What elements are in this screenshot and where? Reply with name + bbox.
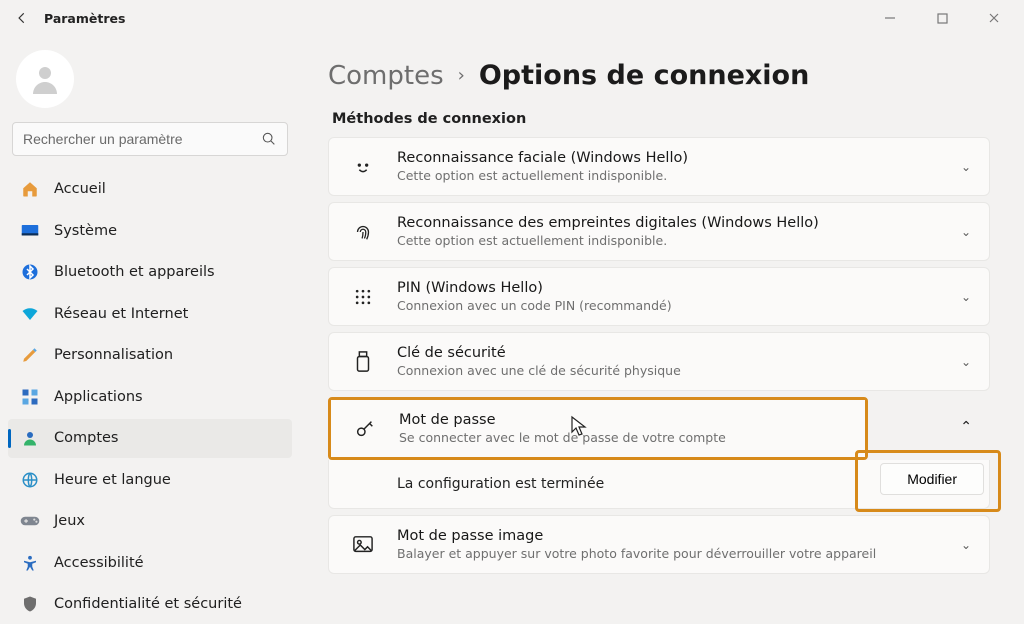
sidebar-item-gaming[interactable]: Jeux [8, 501, 292, 540]
minimize-button[interactable] [868, 4, 912, 32]
person-icon [27, 61, 63, 97]
section-title: Méthodes de connexion [332, 111, 990, 127]
sidebar-item-label: Heure et langue [54, 472, 171, 488]
card-desc: Se connecter avec le mot de passe de vot… [399, 430, 847, 445]
sidebar-item-apps[interactable]: Applications [8, 377, 292, 416]
chevron-down-icon: ⌄ [961, 225, 971, 239]
picture-icon [347, 529, 379, 561]
sidebar-item-label: Accessibilité [54, 555, 144, 571]
card-title: PIN (Windows Hello) [397, 280, 961, 296]
nav: Accueil Système Bluetooth et appareils R… [8, 170, 292, 624]
chevron-down-icon: ⌄ [961, 538, 971, 552]
maximize-button[interactable] [920, 4, 964, 32]
globe-icon [20, 470, 40, 490]
chevron-down-icon: ⌄ [961, 160, 971, 174]
chevron-down-icon: ⌄ [961, 290, 971, 304]
method-card-password[interactable]: Mot de passe Se connecter avec le mot de… [331, 400, 865, 457]
maximize-icon [937, 13, 948, 24]
shield-icon [20, 594, 40, 614]
avatar[interactable] [16, 50, 74, 108]
card-title: Mot de passe image [397, 528, 961, 544]
card-title: Clé de sécurité [397, 345, 961, 361]
main-content: Comptes › Options de connexion Méthodes … [300, 36, 1024, 624]
search-input[interactable] [23, 131, 261, 147]
key-icon [349, 413, 381, 445]
search-box[interactable] [12, 122, 288, 156]
sidebar-item-time-language[interactable]: Heure et langue [8, 460, 292, 499]
search-icon [261, 131, 277, 147]
back-button[interactable] [8, 4, 36, 32]
sidebar-item-label: Bluetooth et appareils [54, 264, 215, 280]
gamepad-icon [20, 511, 40, 531]
keypad-icon [347, 281, 379, 313]
sidebar-item-label: Applications [54, 389, 143, 405]
password-status-row: La configuration est terminée Modifier [328, 460, 990, 509]
sidebar-item-label: Confidentialité et sécurité [54, 596, 242, 612]
window-title: Paramètres [44, 11, 125, 26]
highlight-box-modify: Modifier [855, 450, 1001, 512]
sidebar-item-accounts[interactable]: Comptes [8, 419, 292, 458]
arrow-left-icon [15, 11, 29, 25]
sidebar-item-label: Accueil [54, 181, 106, 197]
chevron-right-icon: › [458, 65, 465, 86]
close-icon [988, 12, 1000, 24]
close-button[interactable] [972, 4, 1016, 32]
method-card-pin[interactable]: PIN (Windows Hello) Connexion avec un co… [328, 267, 990, 326]
minimize-icon [884, 12, 896, 24]
page-title: Options de connexion [479, 60, 809, 91]
breadcrumb: Comptes › Options de connexion [328, 60, 990, 91]
sidebar-item-label: Réseau et Internet [54, 306, 188, 322]
fingerprint-icon [347, 216, 379, 248]
card-title: Mot de passe [399, 412, 847, 428]
modify-button[interactable]: Modifier [880, 463, 984, 495]
accounts-icon [20, 428, 40, 448]
chevron-up-icon: ⌃ [960, 419, 972, 435]
sidebar-item-label: Comptes [54, 430, 119, 446]
brush-icon [20, 345, 40, 365]
card-desc: Balayer et appuyer sur votre photo favor… [397, 546, 961, 561]
card-title: Reconnaissance des empreintes digitales … [397, 215, 961, 231]
sidebar-item-network[interactable]: Réseau et Internet [8, 294, 292, 333]
chevron-down-icon: ⌄ [961, 355, 971, 369]
method-card-fingerprint[interactable]: Reconnaissance des empreintes digitales … [328, 202, 990, 261]
card-desc: Cette option est actuellement indisponib… [397, 233, 961, 248]
sidebar-item-home[interactable]: Accueil [8, 170, 292, 209]
card-desc: Connexion avec une clé de sécurité physi… [397, 363, 961, 378]
breadcrumb-parent[interactable]: Comptes [328, 61, 444, 91]
card-desc: Cette option est actuellement indisponib… [397, 168, 961, 183]
sidebar: Accueil Système Bluetooth et appareils R… [0, 36, 300, 624]
method-card-security-key[interactable]: Clé de sécurité Connexion avec une clé d… [328, 332, 990, 391]
sidebar-item-system[interactable]: Système [8, 211, 292, 250]
titlebar: Paramètres [0, 0, 1024, 36]
sidebar-item-accessibility[interactable]: Accessibilité [8, 543, 292, 582]
apps-icon [20, 387, 40, 407]
smile-icon [347, 151, 379, 183]
sidebar-item-label: Système [54, 223, 117, 239]
card-desc: Connexion avec un code PIN (recommandé) [397, 298, 961, 313]
system-icon [20, 221, 40, 241]
home-icon [20, 179, 40, 199]
sidebar-item-label: Jeux [54, 513, 85, 529]
highlight-box-password: Mot de passe Se connecter avec le mot de… [328, 397, 868, 460]
method-card-password-wrapper: Mot de passe Se connecter avec le mot de… [328, 397, 990, 509]
wifi-icon [20, 304, 40, 324]
sidebar-item-label: Personnalisation [54, 347, 173, 363]
usb-key-icon [347, 346, 379, 378]
bluetooth-icon [20, 262, 40, 282]
sidebar-item-privacy[interactable]: Confidentialité et sécurité [8, 584, 292, 623]
method-card-face[interactable]: Reconnaissance faciale (Windows Hello) C… [328, 137, 990, 196]
sidebar-item-bluetooth[interactable]: Bluetooth et appareils [8, 253, 292, 292]
sidebar-item-personalization[interactable]: Personnalisation [8, 336, 292, 375]
card-title: Reconnaissance faciale (Windows Hello) [397, 150, 961, 166]
method-card-picture-password[interactable]: Mot de passe image Balayer et appuyer su… [328, 515, 990, 574]
accessibility-icon [20, 553, 40, 573]
